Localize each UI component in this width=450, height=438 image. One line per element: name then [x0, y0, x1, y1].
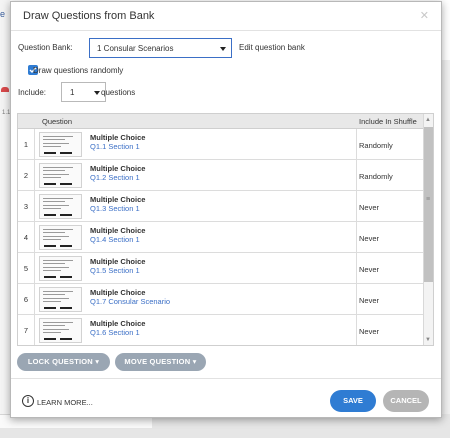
question-type: Multiple Choice [90, 257, 146, 266]
move-question-label: MOVE QUESTION [124, 357, 191, 366]
column-divider [356, 253, 357, 284]
table-row[interactable]: 5 Multiple Choice Q1.5 Section 1 Never [18, 253, 423, 284]
question-section-link[interactable]: Q1.6 Section 1 [90, 328, 140, 337]
question-thumbnail [39, 163, 82, 188]
table-scrollbar-thumb[interactable] [424, 127, 433, 282]
column-divider [356, 129, 357, 160]
question-type: Multiple Choice [90, 164, 146, 173]
question-type: Multiple Choice [90, 319, 146, 328]
question-section-link[interactable]: Q1.7 Consular Scenario [90, 297, 170, 306]
question-section-link[interactable]: Q1.3 Section 1 [90, 204, 140, 213]
table-header: Question Include In Shuffle [18, 114, 423, 129]
include-count-value: 1 [70, 88, 75, 97]
footer-divider [11, 378, 441, 379]
question-section-link[interactable]: Q1.5 Section 1 [90, 266, 140, 275]
info-icon[interactable]: i [22, 395, 34, 407]
background-red-marker [1, 87, 9, 92]
save-button[interactable]: SAVE [330, 390, 376, 412]
row-number: 5 [18, 253, 35, 284]
scroll-down-icon[interactable]: ▼ [425, 337, 431, 343]
table-row[interactable]: 4 Multiple Choice Q1.4 Section 1 Never [18, 222, 423, 253]
include-in-shuffle-value[interactable]: Never [359, 296, 379, 305]
question-bank-label: Question Bank: [18, 43, 73, 52]
question-bank-value: 1 Consular Scenarios [97, 44, 174, 53]
chevron-down-icon [94, 91, 100, 95]
include-in-shuffle-value[interactable]: Randomly [359, 141, 393, 150]
column-header-question[interactable]: Question [42, 117, 72, 126]
question-thumbnail [39, 256, 82, 281]
row-number: 7 [18, 315, 35, 345]
background-tab-fragment: e [0, 9, 6, 19]
column-divider [356, 284, 357, 315]
column-divider [356, 191, 357, 222]
column-divider [356, 315, 357, 345]
edit-question-bank-link[interactable]: Edit question bank [239, 43, 305, 52]
row-number: 1 [18, 129, 35, 160]
row-number: 6 [18, 284, 35, 315]
learn-more-link[interactable]: LEARN MORE... [37, 398, 93, 407]
row-number: 4 [18, 222, 35, 253]
background-app-sidebar [0, 0, 10, 438]
question-type: Multiple Choice [90, 195, 146, 204]
question-thumbnail [39, 225, 82, 250]
table-row[interactable]: 7 Multiple Choice Q1.6 Section 1 Never [18, 315, 423, 345]
draw-questions-dialog: Draw Questions from Bank ✕ Question Bank… [10, 1, 442, 418]
questions-table: Question Include In Shuffle 1 Multiple Ch… [17, 113, 434, 346]
dialog-title: Draw Questions from Bank [23, 10, 155, 22]
chevron-down-icon: ▾ [192, 357, 197, 366]
question-section-link[interactable]: Q1.2 Section 1 [90, 173, 140, 182]
question-thumbnail [39, 194, 82, 219]
include-in-shuffle-value[interactable]: Never [359, 203, 379, 212]
question-type: Multiple Choice [90, 288, 146, 297]
question-type: Multiple Choice [90, 133, 146, 142]
question-thumbnail [39, 287, 82, 312]
include-in-shuffle-value[interactable]: Never [359, 265, 379, 274]
row-number: 2 [18, 160, 35, 191]
question-thumbnail [39, 132, 82, 157]
chevron-down-icon [220, 47, 226, 51]
question-bank-select[interactable]: 1 Consular Scenarios [89, 38, 232, 58]
dialog-header: Draw Questions from Bank ✕ [11, 2, 441, 31]
table-row[interactable]: 6 Multiple Choice Q1.7 Consular Scenario Ne… [18, 284, 423, 315]
question-thumbnail [39, 318, 82, 343]
include-suffix-label: questions [101, 88, 136, 97]
lock-question-button[interactable]: LOCK QUESTION ▾ [17, 353, 110, 371]
lock-question-label: LOCK QUESTION [27, 357, 93, 366]
column-divider [356, 160, 357, 191]
include-label: Include: [18, 88, 47, 97]
include-in-shuffle-value[interactable]: Never [359, 327, 379, 336]
row-number: 3 [18, 191, 35, 222]
question-section-link[interactable]: Q1.1 Section 1 [90, 142, 140, 151]
table-row[interactable]: 3 Multiple Choice Q1.3 Section 1 Never [18, 191, 423, 222]
move-question-button[interactable]: MOVE QUESTION ▾ [115, 353, 206, 371]
question-type: Multiple Choice [90, 226, 146, 235]
scroll-grip-icon: ≡ [426, 196, 431, 203]
close-icon[interactable]: ✕ [420, 9, 429, 22]
question-section-link[interactable]: Q1.4 Section 1 [90, 235, 140, 244]
include-in-shuffle-value[interactable]: Randomly [359, 172, 393, 181]
column-divider [356, 222, 357, 253]
include-in-shuffle-value[interactable]: Never [359, 234, 379, 243]
table-row[interactable]: 1 Multiple Choice Q1.1 Section 1 Randomly [18, 129, 423, 160]
include-count-select[interactable]: 1 [61, 82, 106, 102]
cancel-button[interactable]: CANCEL [383, 390, 429, 412]
chevron-down-icon: ▾ [95, 357, 100, 366]
scroll-up-icon[interactable]: ▲ [425, 117, 431, 123]
draw-randomly-label: Draw questions randomly [33, 66, 124, 75]
column-header-include-in-shuffle[interactable]: Include In Shuffle [359, 117, 417, 126]
table-row[interactable]: 2 Multiple Choice Q1.2 Section 1 Randomly [18, 160, 423, 191]
